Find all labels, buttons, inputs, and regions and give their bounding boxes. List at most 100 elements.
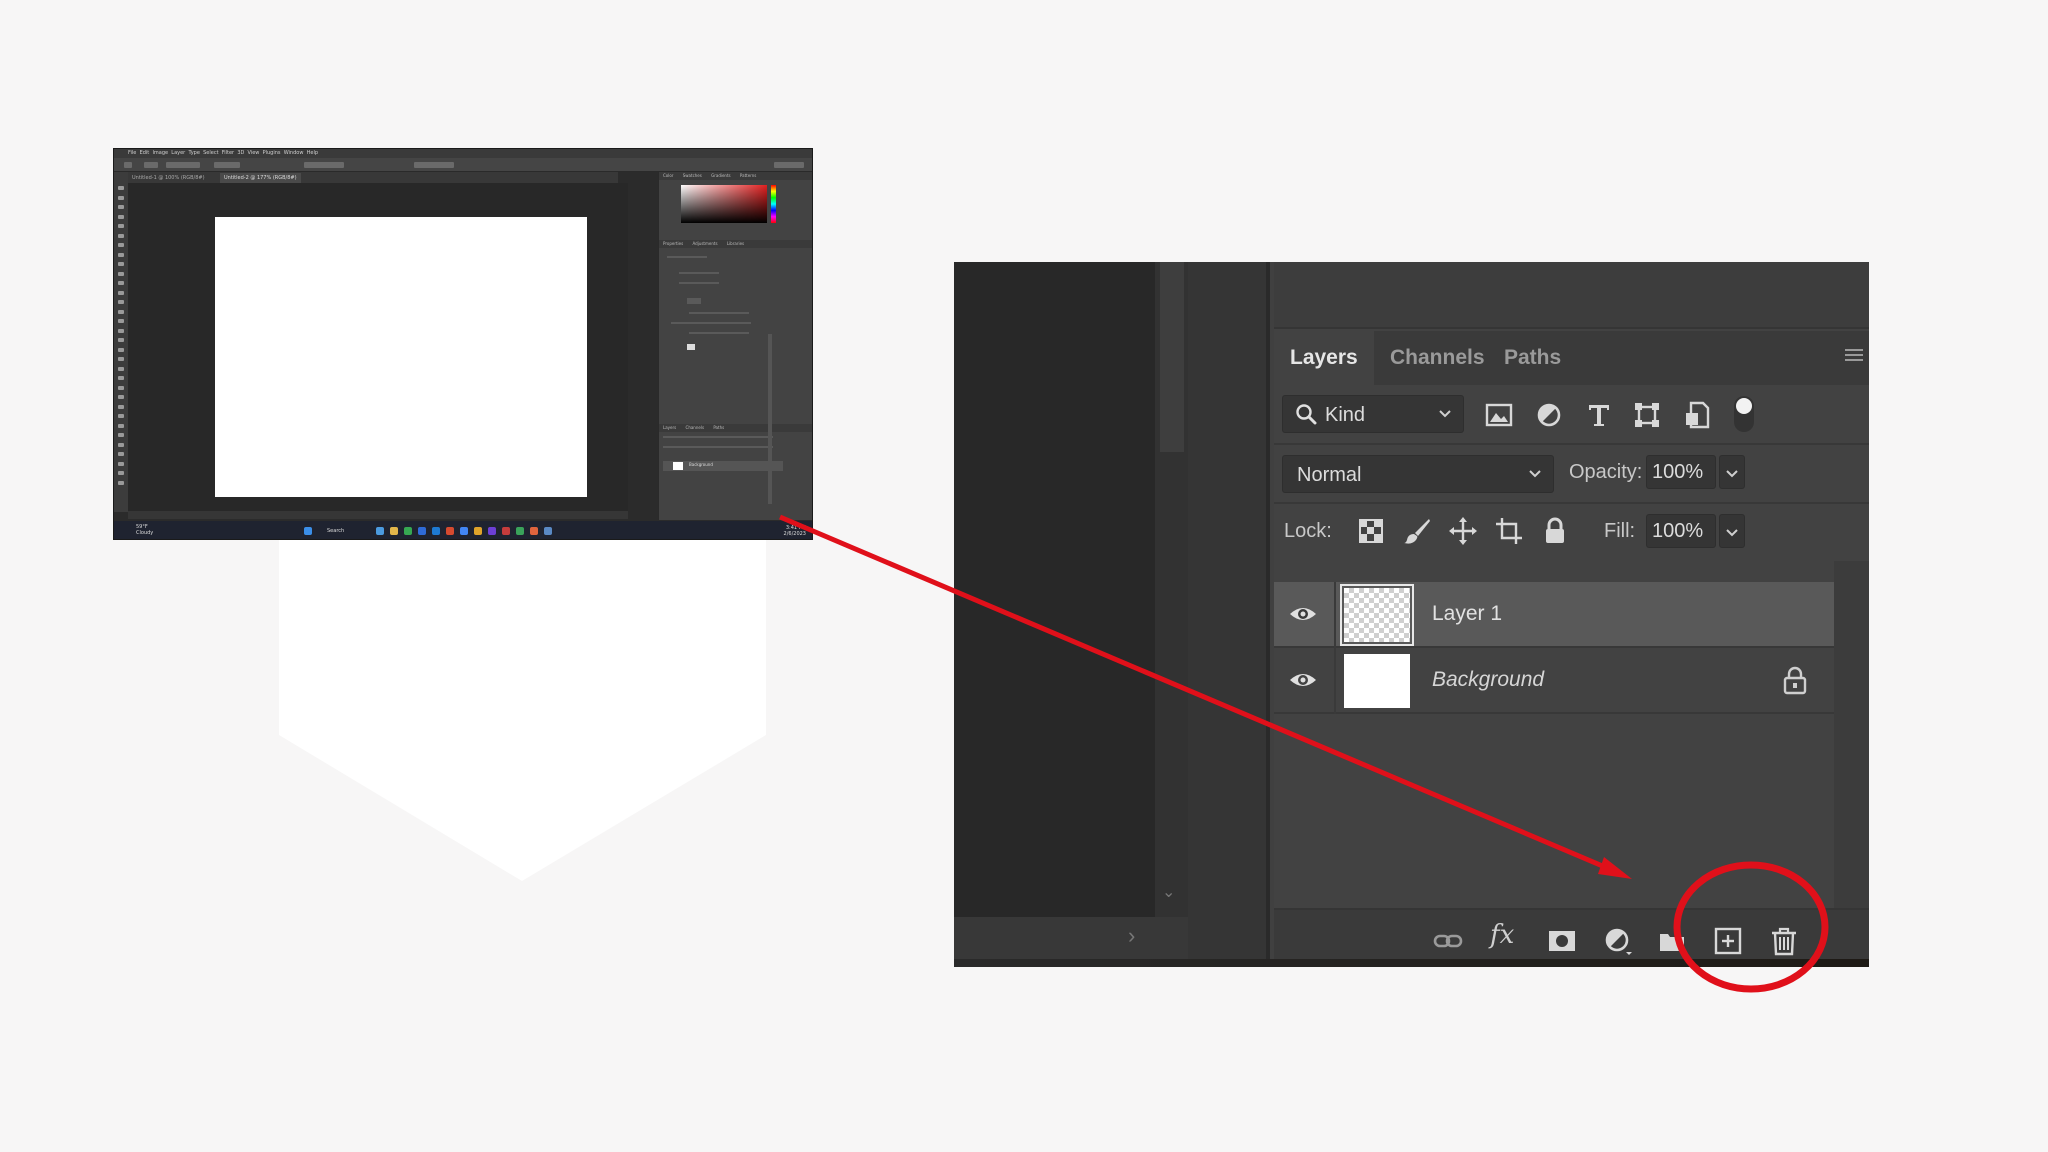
mini-tool-icon [118,328,124,333]
mini-right-panels: Color Swatches Gradients Patterns Proper… [658,172,812,520]
mini-menu-item: Filter [221,150,235,156]
vertical-scrollbar-thumb[interactable] [1160,262,1184,452]
blend-mode-dropdown[interactable]: Normal [1282,455,1554,493]
mini-canvas-area [128,183,628,511]
mini-select-mask-button [414,162,454,168]
mini-doc-tab-active: Untitled-2 @ 177% (RGB/8#) [220,173,301,183]
mini-prop-line [667,256,707,258]
mini-panel-tab: Channels [685,425,705,430]
mini-color-panel-tabs: Color Swatches Gradients Patterns [659,172,812,180]
mini-tool-icon [118,338,124,342]
fill-field[interactable]: 100% [1646,514,1716,548]
lock-pixels-brush-icon[interactable] [1402,516,1432,546]
layers-panel: Layers Channels Paths Kind Normal Opacit… [1274,262,1869,967]
mini-clock-date: 2/6/2023 [783,531,806,537]
mini-options-bar [114,158,812,172]
mini-layers-tabs: Layers Channels Paths [659,424,812,432]
chevron-down-icon [1529,470,1541,478]
delete-layer-trash-icon[interactable] [1768,926,1800,956]
visibility-eye-icon[interactable] [1288,602,1318,626]
mini-tool-icon [118,195,124,200]
mini-panel-tab: Libraries [726,241,745,246]
filter-toggle-switch[interactable] [1734,396,1754,432]
mini-menu-item: Layer [171,150,186,156]
mini-menu-item: 3D [237,150,245,156]
lock-all-icon[interactable] [1540,516,1570,546]
layer-name[interactable]: Layer 1 [1432,602,1502,626]
layer-filter-row: Kind [1274,385,1869,445]
mini-prop-swatch [687,344,695,350]
mini-background-thumb [673,462,683,470]
filter-toggle-knob [1736,398,1752,414]
tab-layers[interactable]: Layers [1274,331,1374,385]
collapsed-panel-dock [1188,262,1270,967]
mini-tool-icon [118,281,124,285]
scroll-down-chevron-icon[interactable]: ⌄ [1162,882,1175,902]
layer-mask-icon[interactable] [1546,926,1578,956]
filter-type-dropdown[interactable]: Kind [1282,395,1464,433]
new-group-folder-icon[interactable] [1656,926,1688,956]
layers-list-empty-area [1274,714,1834,908]
mini-menu-item: Select [203,150,219,156]
mini-tool-icon [118,290,124,295]
mini-clock: 3:41 PM 2/6/2023 [784,525,806,537]
layers-scrollbar-track[interactable] [1834,561,1869,908]
lock-transparency-icon[interactable] [1356,516,1386,546]
blend-mode-value: Normal [1297,464,1362,486]
mini-layer-filter [663,436,773,438]
layer-thumbnail-white[interactable] [1344,654,1410,708]
mini-tool-icon [118,271,124,276]
mini-menu-item: File [128,150,137,156]
panel-header-area [1274,262,1869,329]
adjustment-filter-icon[interactable] [1534,400,1564,430]
link-layers-icon[interactable] [1432,926,1464,956]
mini-tools-panel [114,172,128,512]
mini-tool-icon [118,309,124,314]
fx-icon[interactable]: fx [1490,920,1522,950]
mini-hue-slider [771,185,776,223]
mini-tool-icon [118,366,124,371]
mini-layer-name: Background [689,462,713,467]
mini-menu-item: Plugins [262,150,281,156]
layer-row-background[interactable]: Background [1274,648,1834,714]
mini-app-icon [502,527,510,535]
decorative-chevron-shape [279,535,766,881]
opacity-field[interactable]: 100% [1646,455,1716,489]
layer-thumbnail-transparent[interactable] [1344,588,1410,642]
mini-app-icon [418,527,426,535]
smart-object-filter-icon[interactable] [1682,400,1712,430]
mini-tool-icon [118,357,124,361]
mini-menu-item: Edit [139,150,150,156]
new-layer-icon[interactable] [1712,926,1744,956]
lock-artboard-icon[interactable] [1494,516,1524,546]
mini-prop-line [679,282,719,284]
mini-tool-icon [118,214,124,219]
type-filter-icon[interactable] [1584,400,1614,430]
mini-panel-tab: Swatches [682,173,702,178]
adjustment-layer-icon[interactable] [1602,926,1634,956]
mini-prop-line [689,332,749,334]
mini-app-icon [446,527,454,535]
scroll-right-chevron-icon[interactable]: › [1128,923,1135,949]
shape-filter-icon[interactable] [1632,400,1662,430]
mini-folder-icon [390,527,398,535]
panel-menu-icon[interactable] [1845,349,1863,365]
layer-name[interactable]: Background [1432,668,1544,692]
mini-tool-icon [118,414,124,418]
visibility-eye-icon[interactable] [1288,668,1318,692]
mini-feather-field [214,162,240,168]
layer-row-layer-1[interactable]: Layer 1 [1274,582,1834,648]
mini-tool-icon [118,404,124,409]
fill-slider-toggle[interactable] [1719,514,1745,548]
image-filter-icon[interactable] [1484,400,1514,430]
panel-bottom-edge [954,959,1869,967]
opacity-slider-toggle[interactable] [1719,455,1745,489]
tab-channels[interactable]: Channels [1374,331,1501,385]
mini-tool-icon [118,385,124,390]
tab-paths[interactable]: Paths [1488,331,1577,385]
lock-position-move-icon[interactable] [1448,516,1478,546]
panel-tab-bar: Layers Channels Paths [1274,331,1869,385]
blend-opacity-row: Normal Opacity: 100% [1274,445,1869,504]
layer-locked-icon[interactable] [1782,665,1808,695]
chevron-down-icon [1726,529,1738,537]
